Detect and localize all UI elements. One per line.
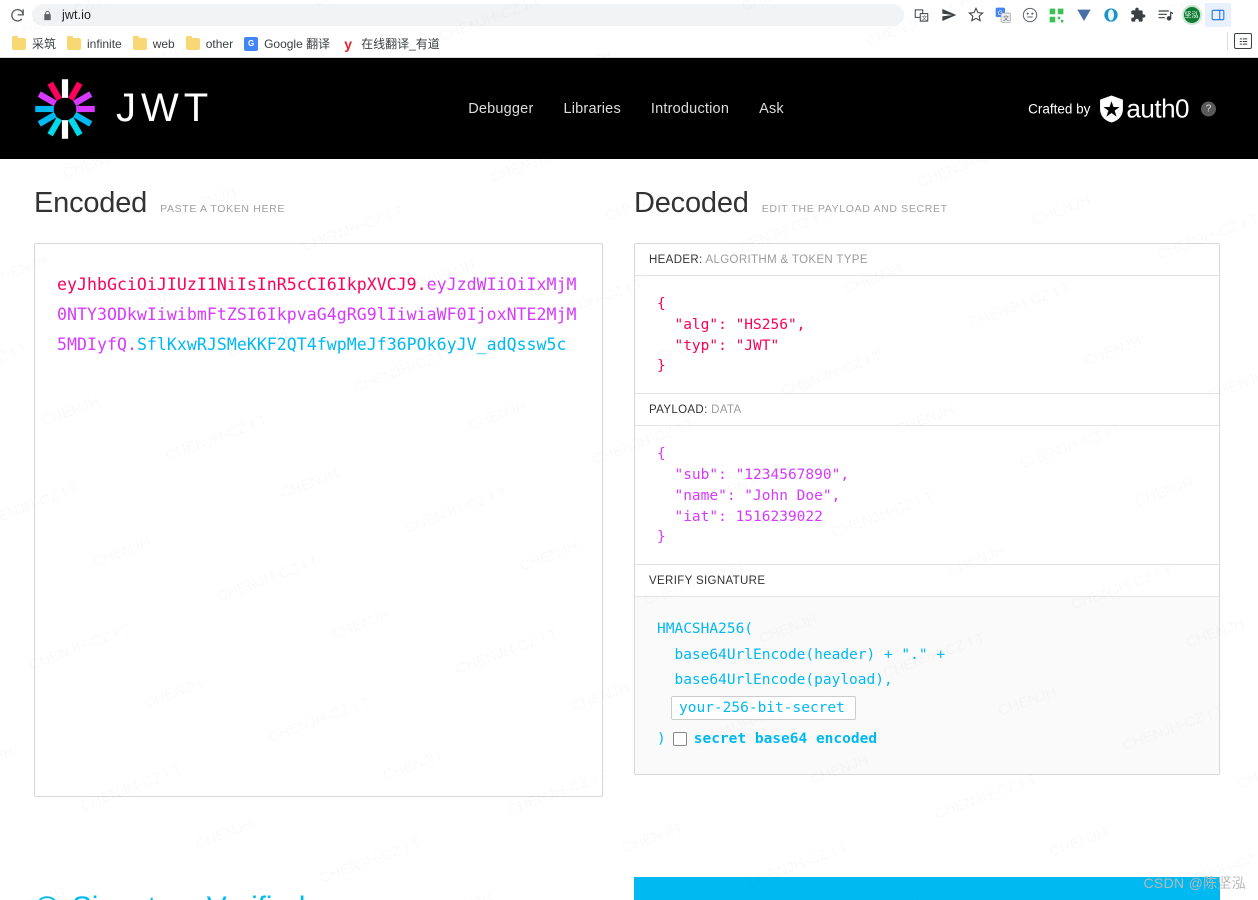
youdao-icon: у <box>344 35 352 52</box>
bookmark-item[interactable]: other <box>182 35 240 53</box>
toolbar-icon-group: 文 G 文 坚泓 <box>908 3 1231 27</box>
jwt-wordmark: JWT <box>116 86 214 130</box>
crafted-by-label: Crafted by <box>1028 101 1091 116</box>
closing-paren: ) <box>657 730 666 747</box>
bookmark-label: 在线翻译_有道 <box>361 37 440 51</box>
google-translate-extension-icon[interactable]: G 文 <box>989 3 1016 27</box>
decoded-column: Decoded EDIT THE PAYLOAD AND SECRET HEAD… <box>604 159 1258 857</box>
qr-grid-extension-icon[interactable] <box>1043 3 1070 27</box>
encoded-subtitle: PASTE A TOKEN HERE <box>160 203 286 215</box>
smiley-extension-icon[interactable] <box>1016 3 1043 27</box>
site-nav: Debugger Libraries Introduction Ask <box>468 101 784 117</box>
check-circle-icon <box>37 895 57 900</box>
music-list-extension-icon[interactable] <box>1151 3 1178 27</box>
header-label-key: HEADER: <box>649 254 703 266</box>
folder-icon <box>132 35 147 50</box>
main-content: Encoded PASTE A TOKEN HERE eyJhbGciOiJIU… <box>0 159 1258 857</box>
base64-row: ) secret base64 encoded <box>657 727 1197 753</box>
signature-editor: HMACSHA256( base64UrlEncode(header) + ".… <box>635 597 1219 775</box>
translate-page-icon[interactable]: 文 <box>908 3 935 27</box>
csdn-watermark: CSDN @陈坚泓 <box>1143 875 1246 891</box>
encoded-column: Encoded PASTE A TOKEN HERE eyJhbGciOiJIU… <box>0 159 604 857</box>
bookmarks-bar-right <box>1227 32 1252 50</box>
auth0-wordmark: auth0 <box>1126 93 1189 123</box>
jwt-token-input[interactable]: eyJhbGciOiJIUzI1NiIsInR5cCI6IkpXVCJ9.eyJ… <box>34 243 603 797</box>
v-extension-icon[interactable] <box>1070 3 1097 27</box>
payload-json-editor[interactable]: { "sub": "1234567890", "name": "John Doe… <box>635 426 1219 565</box>
bookmark-label: web <box>152 36 175 51</box>
header-json-editor[interactable]: { "alg": "HS256", "typ": "JWT" } <box>635 276 1219 394</box>
lock-icon <box>42 9 53 22</box>
nav-libraries[interactable]: Libraries <box>563 101 620 117</box>
token-separator-1: . <box>416 275 427 294</box>
reading-list-icon[interactable] <box>1234 33 1252 49</box>
profile-avatar[interactable]: 坚泓 <box>1178 3 1205 27</box>
auth0-shield-icon <box>1100 95 1124 122</box>
site-header: JWT Debugger Libraries Introduction Ask … <box>0 58 1258 159</box>
avatar-initials: 坚泓 <box>1181 5 1202 25</box>
nav-debugger[interactable]: Debugger <box>468 101 533 117</box>
header-section-label: HEADER: ALGORITHM & TOKEN TYPE <box>635 244 1219 276</box>
decoded-subtitle: EDIT THE PAYLOAD AND SECRET <box>761 203 948 215</box>
bookmark-label: other <box>205 36 234 51</box>
decoded-heading: Decoded EDIT THE PAYLOAD AND SECRET <box>634 187 1220 220</box>
verified-label: Signature Verified <box>72 891 305 900</box>
address-bar[interactable]: jwt.io <box>32 4 904 26</box>
bookmark-item[interactable]: G Google 翻译 <box>240 33 337 54</box>
bookmark-item[interactable]: web <box>129 35 182 53</box>
send-icon[interactable] <box>935 3 962 27</box>
nav-ask[interactable]: Ask <box>759 101 784 117</box>
reload-icon[interactable] <box>6 4 28 26</box>
bookmark-item[interactable]: у 在线翻译_有道 <box>337 33 447 54</box>
opera-extension-icon[interactable] <box>1097 3 1124 27</box>
base64-label: secret base64 encoded <box>693 730 878 747</box>
bookmark-label: Google 翻译 <box>264 37 331 51</box>
signature-status: Signature Verified <box>0 891 604 900</box>
jwt-logo-icon <box>35 78 95 139</box>
secret-input[interactable] <box>671 695 856 720</box>
folder-icon <box>67 35 82 50</box>
jwt-logo-wrap[interactable]: JWT <box>34 78 213 140</box>
hmac-line-1: HMACSHA256( <box>657 621 754 638</box>
folder-icon <box>185 35 200 50</box>
payload-label-value: DATA <box>711 404 742 417</box>
bookmarks-bar: 采筑 infinite web other G Google 翻译 у 在线翻译… <box>0 30 1258 57</box>
base64-checkbox[interactable] <box>672 732 687 747</box>
payload-section-label: PAYLOAD: DATA <box>635 393 1219 427</box>
divider <box>1227 32 1228 50</box>
payload-label-key: PAYLOAD: <box>649 404 708 417</box>
nav-introduction[interactable]: Introduction <box>651 101 729 117</box>
encoded-heading: Encoded PASTE A TOKEN HERE <box>34 187 604 220</box>
token-separator-2: . <box>126 335 137 354</box>
crafted-by-block: Crafted by auth0 ? <box>1028 93 1216 124</box>
bookmark-label: 采筑 <box>32 37 57 51</box>
page-root: jwt.io 文 G 文 坚泓 采筑 infinite web other G … <box>0 0 1258 900</box>
encoded-title: Encoded <box>34 187 148 219</box>
side-panel-icon[interactable] <box>1205 3 1231 27</box>
folder-icon <box>12 35 26 50</box>
google-translate-icon: G <box>244 36 259 51</box>
browser-chrome: jwt.io 文 G 文 坚泓 采筑 infinite web other G … <box>0 0 1258 58</box>
hmac-line-3: base64UrlEncode(payload), <box>657 672 893 689</box>
help-icon[interactable]: ? <box>1201 101 1216 116</box>
auth0-logo[interactable]: auth0 <box>1099 93 1189 124</box>
token-signature-part: SflKxwRJSMeKKF2QT4fwpMeJf36POk6yJV_adQss… <box>136 335 567 354</box>
bookmark-star-icon[interactable] <box>962 3 989 27</box>
signature-label-key: VERIFY SIGNATURE <box>649 575 766 588</box>
hmac-line-2: base64UrlEncode(header) + "." + <box>657 646 946 663</box>
browser-toolbar: jwt.io 文 G 文 坚泓 <box>0 0 1258 30</box>
share-jwt-button[interactable]: SHARE JWT <box>634 877 1220 900</box>
decoded-title: Decoded <box>634 187 749 219</box>
bookmark-item[interactable]: 采筑 <box>8 33 63 54</box>
url-text: jwt.io <box>62 8 92 22</box>
header-label-value: ALGORITHM & TOKEN TYPE <box>705 254 868 266</box>
footer-row: Signature Verified SHARE JWT <box>0 857 1258 900</box>
signature-section-label: VERIFY SIGNATURE <box>635 564 1219 598</box>
bookmark-item[interactable]: infinite <box>63 35 129 53</box>
token-header-part: eyJhbGciOiJIUzI1NiIsInR5cCI6IkpXVCJ9 <box>57 275 417 294</box>
bookmark-label: infinite <box>87 36 122 51</box>
puzzle-extensions-icon[interactable] <box>1124 3 1151 27</box>
decoded-panel: HEADER: ALGORITHM & TOKEN TYPE { "alg": … <box>634 243 1220 776</box>
